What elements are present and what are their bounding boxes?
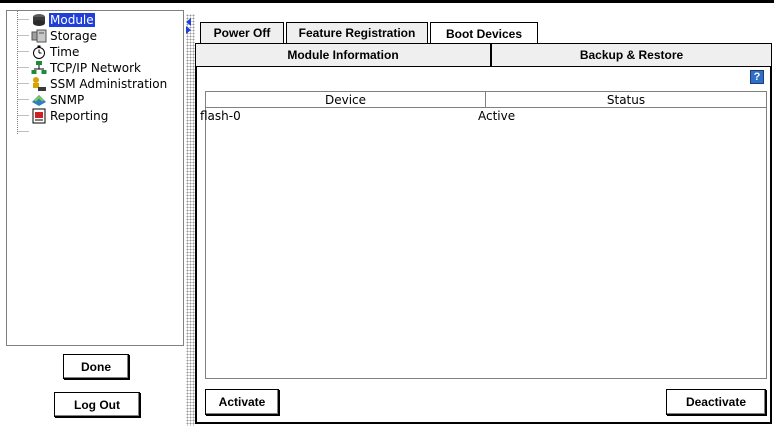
snmp-icon [32, 95, 46, 106]
admin-icon [33, 77, 46, 91]
tab-boot-devices[interactable]: Boot Devices [430, 22, 538, 44]
app-window: Module Storage Time TCP/IP Network SSM A… [0, 0, 774, 426]
tab-power-off[interactable]: Power Off [200, 22, 284, 43]
tab-backup-restore[interactable]: Backup & Restore [491, 43, 772, 66]
tree-item-label: Time [50, 45, 80, 59]
content-pane: Power Off Feature Registration Boot Devi… [195, 18, 774, 426]
navigation-tree[interactable]: Module Storage Time TCP/IP Network SSM A… [6, 10, 184, 346]
tab-module-information[interactable]: Module Information [195, 43, 491, 66]
expand-right-arrow-icon[interactable] [186, 26, 191, 34]
tree-item-tcpip-network[interactable]: TCP/IP Network [31, 60, 142, 76]
tree-item-label: Module [49, 13, 95, 27]
deactivate-button[interactable]: Deactivate [666, 389, 766, 415]
window-top-border [0, 0, 774, 3]
column-header-device[interactable]: Device [206, 92, 486, 108]
boot-devices-panel: ? Device Status flash-0 Active Activate … [195, 66, 772, 424]
tree-item-reporting[interactable]: Reporting [31, 108, 109, 124]
network-icon [31, 61, 47, 74]
activate-button[interactable]: Activate [205, 389, 279, 415]
collapse-left-arrow-icon[interactable] [186, 18, 191, 26]
table-row[interactable]: flash-0 Active [200, 108, 766, 124]
help-icon[interactable]: ? [750, 70, 764, 84]
logout-button[interactable]: Log Out [54, 392, 140, 417]
boot-devices-table[interactable]: Device Status flash-0 Active [200, 91, 767, 379]
report-icon [32, 108, 46, 124]
tab-feature-registration[interactable]: Feature Registration [286, 22, 428, 43]
device-cell: flash-0 [200, 109, 241, 123]
module-icon [33, 14, 45, 26]
column-header-status[interactable]: Status [486, 92, 766, 108]
tree-item-label: SNMP [50, 93, 85, 107]
tree-item-label: TCP/IP Network [50, 61, 141, 75]
tree-item-storage[interactable]: Storage [31, 28, 98, 44]
clock-icon [33, 45, 45, 59]
pane-splitter[interactable] [186, 14, 195, 426]
tree-item-ssm-administration[interactable]: SSM Administration [31, 76, 168, 92]
left-button-area: Done Log Out [0, 347, 190, 426]
tree-item-label: Reporting [50, 109, 109, 123]
storage-icon [31, 29, 47, 43]
tree-item-module[interactable]: Module [31, 12, 95, 28]
tree-item-time[interactable]: Time [31, 44, 80, 60]
tree-item-snmp[interactable]: SNMP [31, 92, 85, 108]
tree-item-label: Storage [50, 29, 97, 43]
done-button[interactable]: Done [63, 354, 129, 379]
status-cell: Active [478, 109, 516, 123]
tree-item-label: SSM Administration [50, 77, 168, 91]
